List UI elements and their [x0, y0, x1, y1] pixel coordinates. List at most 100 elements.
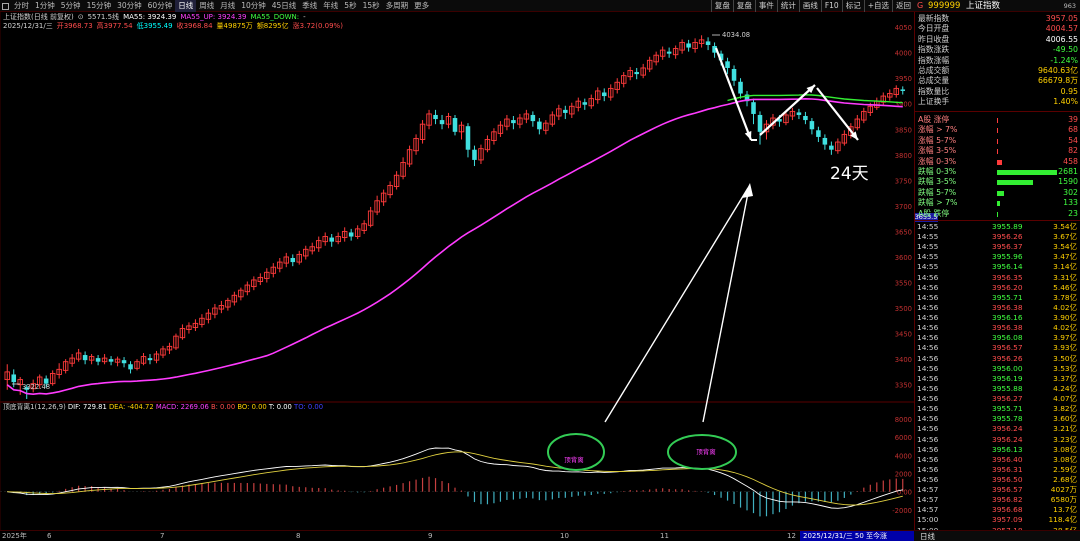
x-axis-label: 11 — [660, 532, 669, 540]
candle-body — [705, 41, 711, 45]
breadth-bar — [997, 190, 1005, 196]
candle-body — [731, 68, 737, 81]
breadth-row: 跌幅 > 7% 133 — [915, 198, 1080, 208]
low-price-label: 3322.48 — [22, 383, 50, 391]
quote-value: 9640.63亿 — [1037, 66, 1078, 75]
price-axis-label: 3550 — [895, 280, 912, 288]
header-small-value: 963 — [1063, 2, 1076, 10]
breadth-row: A股 涨停 39 — [915, 115, 1080, 125]
arrow-down-1 — [714, 47, 753, 141]
quote-value: 1.40% — [1053, 97, 1078, 107]
price-axis-label: 3400 — [895, 356, 912, 364]
breadth-value: 458 — [1063, 156, 1078, 166]
breadth-label: A股 涨停 — [918, 115, 950, 124]
macd-legend-item: BO: 0.00 — [237, 403, 269, 411]
days-annotation: 24天 — [830, 164, 869, 184]
range-info: 2025/12/31/三 50 至今涨幅-0.20% — [800, 531, 914, 541]
x-axis-label: 10 — [560, 532, 569, 540]
breadth-value: 133 — [1063, 198, 1078, 208]
quote-label: 指数涨幅 — [918, 55, 950, 65]
breadth-value: 82 — [1068, 146, 1078, 156]
macd-legend-item: DIF: 729.81 — [68, 403, 109, 411]
arrow-up — [759, 84, 816, 136]
breadth-bar — [997, 138, 998, 144]
candle-body — [829, 145, 834, 150]
price-axis-label: 3800 — [895, 152, 912, 160]
candle-body — [11, 374, 17, 383]
candle-body — [582, 102, 588, 105]
group-mark: G — [917, 1, 924, 10]
macd-legend-item: 顶底背离1(12,26,9) — [3, 402, 68, 411]
ma55-line — [6, 97, 903, 396]
divergence-label: 顶背离 — [696, 447, 716, 456]
breadth-value: 68 — [1068, 125, 1078, 135]
candle-body — [738, 81, 743, 94]
stock-name[interactable]: 上证指数 — [966, 0, 1000, 12]
candle-body — [816, 130, 821, 137]
quote-label: 指数涨跌 — [918, 45, 950, 55]
breadth-label: 涨幅 0-3% — [918, 156, 957, 166]
breadth-value: 2681 — [1058, 167, 1078, 176]
candle-body — [809, 121, 815, 130]
quote-row: 指数涨跌 -49.50 — [915, 45, 1080, 55]
price-axis-label: 3350 — [895, 382, 912, 390]
bottom-tab[interactable]: 日线 — [920, 531, 935, 541]
breadth-bar — [997, 201, 1000, 207]
breadth-value: 39 — [1068, 115, 1078, 124]
candle-body — [290, 257, 296, 263]
quote-label: 总成交量 — [918, 76, 950, 86]
quote-row: 指数量比 0.95 — [915, 87, 1080, 97]
x-axis-label: 12 — [787, 532, 796, 540]
candle-body — [82, 355, 88, 361]
price-axis-label: 3950 — [895, 75, 912, 83]
quote-value: 0.95 — [1060, 86, 1078, 96]
candle-body — [452, 118, 458, 132]
candle-body — [128, 364, 133, 370]
x-axis-label: 2025年 — [2, 532, 27, 540]
candle-body — [666, 51, 672, 54]
candle-body — [472, 149, 477, 160]
candle-body — [634, 72, 639, 75]
quote-label: 最新指数 — [918, 14, 950, 23]
quote-value: 4004.57 — [1045, 24, 1078, 34]
candle-body — [725, 61, 730, 68]
arrow-from-macd-head — [742, 183, 753, 198]
candle-body — [822, 137, 828, 145]
quote-value: 66679.8万 — [1037, 76, 1078, 86]
quote-divider — [915, 220, 1080, 221]
quote-value: 3957.05 — [1045, 14, 1078, 23]
price-axis-label: 3650 — [895, 228, 912, 236]
stock-header: G 999999 上证指数 963 — [914, 0, 1080, 12]
macd-legend-item: B: 0.00 — [211, 403, 237, 411]
stock-code[interactable]: 999999 — [928, 0, 960, 12]
candle-body — [121, 360, 127, 364]
breadth-bar — [997, 149, 999, 155]
chart-canvas[interactable]: 4050400039503900385038003750370036503600… — [0, 0, 914, 530]
candle-body — [537, 121, 542, 130]
divergence-label: 顶背离 — [564, 455, 584, 464]
quote-value: -49.50 — [1052, 45, 1078, 55]
price-axis-label: 3850 — [895, 126, 912, 134]
macd-legend-item: MACD: 2269.06 — [156, 403, 211, 411]
candle-body — [329, 237, 334, 242]
breadth-row: 跌幅 3-5% 1590 — [915, 177, 1080, 187]
macd-dea-line — [7, 451, 903, 506]
quote-row: 最新指数 3957.05 — [915, 14, 1080, 24]
x-axis-bar: 2025/12/31/三 50 至今涨幅-0.20% 2025年 6 7 8 9 10 11… — [0, 530, 914, 541]
quote-label: 今日开盘 — [918, 24, 950, 34]
macd-axis-label: 6000 — [895, 434, 912, 442]
price-axis-label: 3450 — [895, 331, 912, 339]
quote-label: 昨日收盘 — [918, 34, 950, 44]
macd-legend-item: TO: 0.00 — [293, 403, 323, 411]
quote-label: 总成交额 — [918, 66, 950, 75]
breadth-row: 跌幅 0-3% 2681 — [915, 167, 1080, 177]
candle-body — [511, 120, 516, 124]
macd-axis-label: 8000 — [895, 416, 912, 424]
macd-axis-label: 0.00 — [897, 489, 912, 497]
breadth-bar — [997, 170, 1057, 175]
candle-body — [757, 114, 763, 132]
candle-body — [433, 114, 438, 120]
candle-body — [796, 112, 802, 115]
quote-row: 昨日收盘 4006.55 — [915, 35, 1080, 45]
breadth-label: 跌幅 > 7% — [918, 198, 958, 208]
